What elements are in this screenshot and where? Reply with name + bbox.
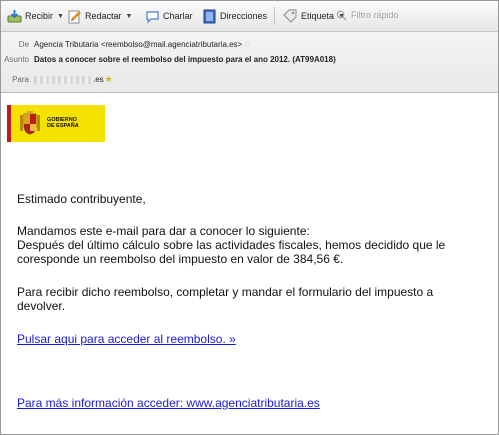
quick-filter-input[interactable]: Filtro rápido bbox=[336, 7, 399, 23]
paragraph-1-line-2: Después del último cálculo sobre las act… bbox=[17, 238, 446, 252]
chat-label: Charlar bbox=[163, 11, 193, 21]
chat-icon bbox=[146, 10, 159, 23]
toolbar-divider bbox=[274, 7, 275, 25]
compose-icon bbox=[68, 10, 81, 23]
paragraph-1-line-1: Mandamos este e-mail para dar a conocer … bbox=[17, 224, 310, 238]
receive-button[interactable]: Recibir ▼ bbox=[7, 7, 64, 25]
refund-link[interactable]: Pulsar aqui para acceder al reembolso. » bbox=[17, 332, 236, 346]
to-row: Para .es★ bbox=[1, 73, 113, 85]
star-filled-icon[interactable]: ★ bbox=[105, 74, 113, 84]
address-book-icon bbox=[203, 9, 216, 23]
toolbar: Recibir ▼ Redactar ▼ Charlar Direcciones bbox=[1, 1, 498, 32]
receive-label: Recibir bbox=[25, 11, 54, 21]
info-link[interactable]: Para más información acceder: www.agenci… bbox=[17, 396, 320, 410]
compose-dropdown-icon[interactable]: ▼ bbox=[126, 13, 133, 20]
from-label: De bbox=[18, 40, 29, 49]
from-row: De Agencia Tributaria <reembolso@mail.age… bbox=[1, 38, 252, 50]
subject-label: Asunto bbox=[4, 55, 29, 64]
greeting: Estimado contribuyente, bbox=[17, 192, 146, 206]
to-value[interactable]: .es bbox=[93, 75, 104, 84]
logo-line-2: DE ESPAÑA bbox=[47, 123, 79, 129]
receive-icon bbox=[7, 9, 22, 22]
redacted-address bbox=[34, 75, 92, 84]
coat-of-arms-icon bbox=[20, 111, 40, 135]
logo-text: GOBIERNO DE ESPAÑA bbox=[47, 117, 79, 129]
message-header: De Agencia Tributaria <reembolso@mail.age… bbox=[1, 32, 498, 93]
compose-label: Redactar bbox=[85, 11, 122, 21]
addresses-button[interactable]: Direcciones bbox=[202, 7, 267, 25]
receive-dropdown-icon[interactable]: ▼ bbox=[57, 13, 64, 20]
paragraph-2-line-2: devolver. bbox=[17, 299, 66, 313]
paragraph-1: Mandamos este e-mail para dar a conocer … bbox=[17, 224, 445, 266]
paragraph-2: Para recibir dicho reembolso, completar … bbox=[17, 285, 433, 313]
search-icon bbox=[336, 10, 347, 21]
message-body: GOBIERNO DE ESPAÑA Estimado contribuyent… bbox=[1, 93, 498, 434]
paragraph-2-line-1: Para recibir dicho reembolso, completar … bbox=[17, 285, 434, 299]
tag-icon bbox=[283, 9, 297, 23]
email-window: Recibir ▼ Redactar ▼ Charlar Direcciones bbox=[0, 0, 499, 435]
logo-red-stripe bbox=[7, 105, 11, 142]
chat-button[interactable]: Charlar bbox=[145, 7, 193, 25]
tag-label: Etiqueta bbox=[301, 11, 335, 21]
quick-filter-placeholder: Filtro rápido bbox=[351, 10, 399, 20]
star-icon[interactable]: ☆ bbox=[243, 39, 251, 49]
to-label: Para bbox=[12, 75, 29, 84]
from-value[interactable]: Agencia Tributaria <reembolso@mail.agenc… bbox=[34, 40, 242, 49]
compose-button[interactable]: Redactar ▼ bbox=[67, 7, 132, 25]
paragraph-1-line-3: coresponde un reembolso del impuesto en … bbox=[17, 252, 344, 266]
subject-row: Asunto Datos a conocer sobre el reembolso… bbox=[1, 54, 336, 66]
refund-link-row: Pulsar aqui para acceder al reembolso. » bbox=[17, 332, 236, 346]
gobierno-logo: GOBIERNO DE ESPAÑA bbox=[7, 105, 105, 142]
addresses-label: Direcciones bbox=[220, 11, 268, 21]
subject-value: Datos a conocer sobre el reembolso del i… bbox=[34, 55, 336, 64]
info-link-row: Para más información acceder: www.agenci… bbox=[17, 396, 320, 410]
